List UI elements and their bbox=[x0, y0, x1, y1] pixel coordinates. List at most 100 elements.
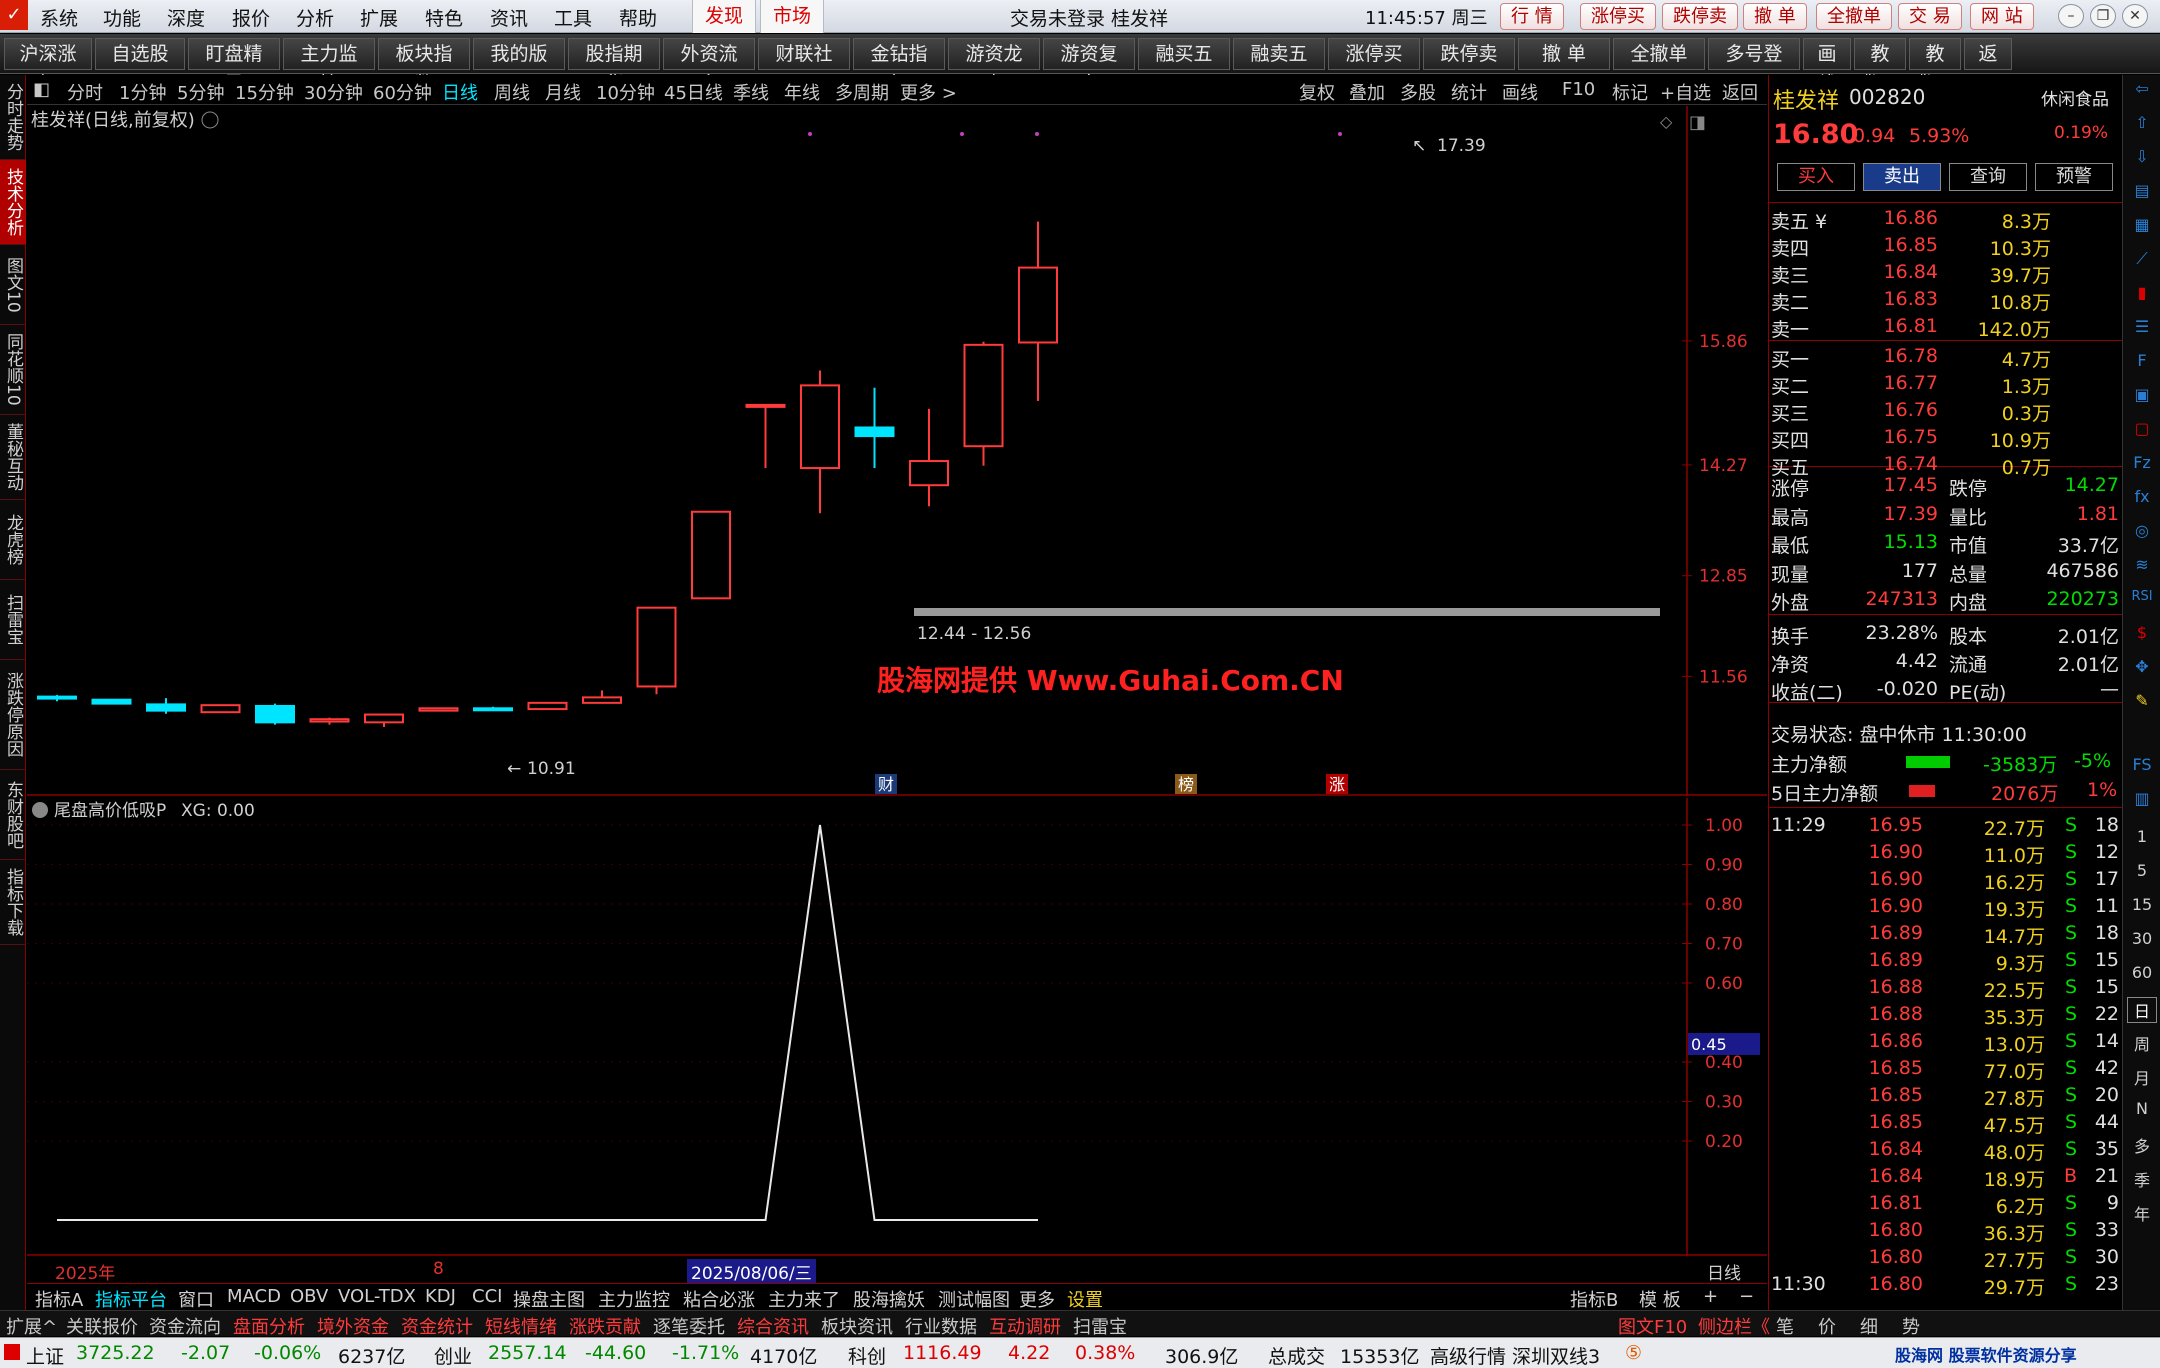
function-tab[interactable]: 境外资金 bbox=[317, 1313, 389, 1339]
period-item[interactable]: 5分钟 bbox=[177, 79, 224, 105]
function-tab[interactable]: 互动调研 bbox=[989, 1313, 1061, 1339]
tab-f10[interactable]: 图文10 bbox=[0, 245, 26, 325]
indicator-tab[interactable]: 主力监控 bbox=[598, 1286, 670, 1312]
period-shortcut[interactable]: 季 bbox=[2127, 1167, 2157, 1191]
function-tab[interactable]: 盘面分析 bbox=[233, 1313, 305, 1339]
wave-icon[interactable]: ≋ bbox=[2127, 555, 2157, 574]
period-item[interactable]: 周线 bbox=[494, 79, 530, 105]
candle-body[interactable] bbox=[364, 713, 404, 724]
limit-up-buy-button[interactable]: 涨停买 bbox=[1580, 3, 1656, 30]
toolbar-button[interactable]: 多号登录 bbox=[1708, 38, 1800, 95]
title-dropdown-icon[interactable] bbox=[201, 111, 219, 129]
toolbar-button[interactable]: 融买五 bbox=[1138, 38, 1230, 70]
news-icon[interactable]: ▣ bbox=[2127, 385, 2157, 404]
indicator-tab[interactable]: 主力来了 bbox=[768, 1286, 840, 1312]
toolbar-button[interactable]: 财联社 bbox=[758, 38, 850, 70]
indicator-toggle-icon[interactable] bbox=[32, 802, 48, 818]
query-button[interactable]: 查询 bbox=[1949, 163, 2027, 191]
indicator-tab-b[interactable]: 指标B bbox=[1570, 1286, 1618, 1312]
toolbar-button[interactable]: 返回 bbox=[1964, 38, 2012, 95]
ask-row[interactable]: 卖一 16.81 142.0万 bbox=[1769, 313, 2123, 341]
tick-row[interactable]: 16.84 18.9万 B 21 bbox=[1769, 1163, 2123, 1191]
candle-body[interactable] bbox=[854, 426, 895, 438]
candle-icon[interactable]: ▮ bbox=[2127, 283, 2157, 302]
menu-item[interactable]: 工具 bbox=[554, 4, 592, 31]
toolbar-button[interactable]: 融卖五 bbox=[1233, 38, 1325, 70]
tick-list[interactable]: 11:29 16.95 22.7万 S 18 16.90 11.0万 S 12 16.90 16.2… bbox=[1769, 807, 2123, 1307]
feed-icon[interactable]: ⑤ bbox=[1625, 1342, 1642, 1364]
ask-row[interactable]: 卖三 16.84 39.7万 bbox=[1769, 259, 2123, 287]
tab-limit-reason[interactable]: 涨跌停原因 bbox=[0, 660, 26, 770]
ask-row[interactable]: 卖五 ¥ 16.86 8.3万 bbox=[1769, 205, 2123, 233]
indicator-tab[interactable]: CCI bbox=[472, 1286, 502, 1307]
indicator-tab[interactable]: 操盘主图 bbox=[513, 1286, 585, 1312]
fund-row[interactable]: 净资 4.42 流通 2.01亿 bbox=[1769, 648, 2123, 676]
function-tab[interactable]: 价 bbox=[1818, 1313, 1836, 1339]
tick-row[interactable]: 16.85 27.8万 S 20 bbox=[1769, 1082, 2123, 1110]
tab-technical[interactable]: 技术分析 bbox=[0, 160, 26, 245]
tick-row[interactable]: 16.90 19.3万 S 11 bbox=[1769, 893, 2123, 921]
sidebar-toggle[interactable]: 侧边栏《 bbox=[1698, 1313, 1770, 1339]
function-tab[interactable]: 涨跌贡献 bbox=[569, 1313, 641, 1339]
indicator-tab[interactable]: VOL-TDX bbox=[338, 1286, 416, 1307]
period-shortcut[interactable]: 60 bbox=[2127, 963, 2157, 982]
toolbar-button[interactable]: 游资复盘 bbox=[1043, 38, 1135, 95]
period-item[interactable]: 更多 > bbox=[900, 79, 957, 105]
period-right-item[interactable]: 画线 bbox=[1502, 79, 1538, 105]
function-tab[interactable]: 逐笔委托 bbox=[653, 1313, 725, 1339]
period-item[interactable]: 月线 bbox=[545, 79, 581, 105]
indicator-tab[interactable]: KDJ bbox=[425, 1286, 456, 1307]
indicator-chart[interactable]: 尾盘高价低吸P XG: 0.00 1.00 0.90 0.80 0.70 0.60 0.4… bbox=[27, 798, 1767, 1256]
period-item[interactable]: 15分钟 bbox=[235, 79, 294, 105]
period-shortcut[interactable]: 年 bbox=[2127, 1201, 2157, 1225]
candle-body[interactable] bbox=[37, 695, 77, 700]
period-shortcut-selected[interactable]: 日 bbox=[2127, 997, 2157, 1023]
period-shortcut[interactable]: 周 bbox=[2127, 1031, 2157, 1055]
grid-icon[interactable]: ▦ bbox=[2127, 215, 2157, 234]
stat-row[interactable]: 外盘 247313 内盘 220273 bbox=[1769, 586, 2123, 614]
tab-minesweeper[interactable]: 扫雷宝 bbox=[0, 580, 26, 660]
stat-row[interactable]: 现量 177 总量 467586 bbox=[1769, 558, 2123, 586]
period-item[interactable]: 季线 bbox=[733, 79, 769, 105]
tick-row[interactable]: 16.89 14.7万 S 18 bbox=[1769, 920, 2123, 948]
candle-body[interactable] bbox=[309, 718, 350, 723]
tick-row[interactable]: 16.88 22.5万 S 15 bbox=[1769, 974, 2123, 1002]
sell-button[interactable]: 卖出 bbox=[1863, 163, 1941, 191]
period-right-item[interactable]: 返回 bbox=[1722, 79, 1758, 105]
period-item[interactable]: 60分钟 bbox=[373, 79, 432, 105]
circle-icon[interactable]: ◎ bbox=[2127, 521, 2157, 540]
toolbar-button[interactable]: 教鞭A bbox=[1854, 38, 1906, 95]
toolbar-button[interactable]: 金钻指标 bbox=[853, 38, 945, 95]
period-shortcut[interactable]: 多 bbox=[2127, 1133, 2157, 1157]
indicator-tab[interactable]: 窗口 bbox=[178, 1286, 214, 1312]
toolbar-button[interactable]: 沪深涨幅 bbox=[4, 38, 92, 95]
stat-row[interactable]: 最低 15.13 市值 33.7亿 bbox=[1769, 529, 2123, 557]
bid-row[interactable]: 买四 16.75 10.9万 bbox=[1769, 424, 2123, 452]
cy-index-name[interactable]: 创业 bbox=[434, 1342, 472, 1368]
toolbar-button[interactable]: 自选股 bbox=[95, 38, 185, 70]
cancel-all-button[interactable]: 全撤单 bbox=[1816, 3, 1892, 30]
function-tab[interactable]: 关联报价 bbox=[66, 1313, 138, 1339]
menu-item[interactable]: 报价 bbox=[232, 4, 270, 31]
menu-item[interactable]: 功能 bbox=[103, 4, 141, 31]
rsi-icon[interactable]: RSI bbox=[2127, 589, 2157, 604]
f10-icon[interactable]: F bbox=[2127, 351, 2157, 370]
candle-body[interactable] bbox=[691, 510, 731, 600]
restore-icon[interactable]: ❐ bbox=[2090, 4, 2116, 28]
period-shortcut[interactable]: 15 bbox=[2127, 895, 2157, 914]
menu-item[interactable]: 帮助 bbox=[619, 4, 657, 31]
toolbar-button[interactable]: 跌停卖 bbox=[1423, 38, 1515, 70]
tab-intraday[interactable]: 分时走势 bbox=[0, 75, 26, 160]
minimize-icon[interactable]: – bbox=[2058, 4, 2084, 28]
candle-body[interactable] bbox=[91, 698, 132, 705]
menu-item[interactable]: 扩展 bbox=[360, 4, 398, 31]
website-button[interactable]: 网 站 bbox=[1970, 3, 2034, 30]
menu-market[interactable]: 市场 bbox=[760, 0, 825, 33]
fx-icon[interactable]: fx bbox=[2127, 487, 2157, 506]
period-item[interactable]: 45日线 bbox=[664, 79, 723, 105]
candle-body[interactable] bbox=[963, 343, 1004, 448]
indicator-svg[interactable]: 尾盘高价低吸P XG: 0.00 1.00 0.90 0.80 0.70 0.60 0.4… bbox=[27, 798, 1767, 1256]
sector-name[interactable]: 休闲食品 bbox=[2041, 85, 2109, 110]
bid-row[interactable]: 买二 16.77 1.3万 bbox=[1769, 370, 2123, 398]
menu-item[interactable]: 系统 bbox=[40, 4, 78, 31]
